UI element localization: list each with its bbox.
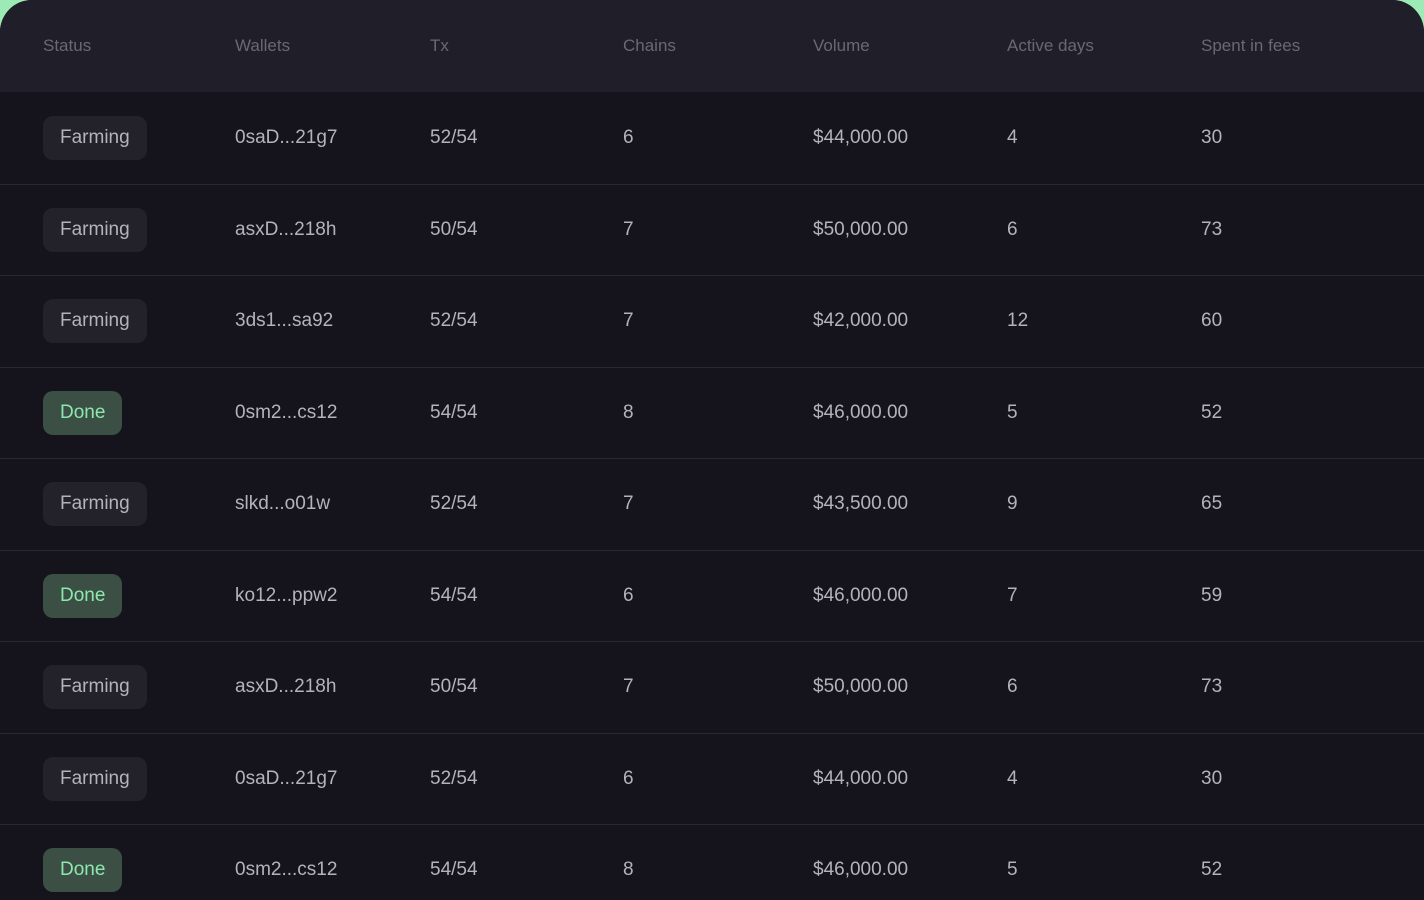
spent-in-fees-cell: 52: [1201, 402, 1424, 424]
column-header-chains: Chains: [623, 36, 813, 56]
active-days-cell: 5: [1007, 402, 1201, 424]
chains-cell: 8: [623, 402, 813, 424]
table-body: Farming 0saD...21g7 52/54 6 $44,000.00 4…: [0, 92, 1424, 900]
table-row[interactable]: Done ko12...ppw2 54/54 6 $46,000.00 7 59: [0, 550, 1424, 642]
tx-cell: 52/54: [430, 493, 623, 515]
wallet-cell: asxD...218h: [235, 219, 430, 241]
spent-in-fees-cell: 73: [1201, 676, 1424, 698]
wallet-cell: 0saD...21g7: [235, 127, 430, 149]
wallet-cell: asxD...218h: [235, 676, 430, 698]
chains-cell: 7: [623, 676, 813, 698]
status-cell: Done: [43, 848, 235, 892]
tx-cell: 54/54: [430, 402, 623, 424]
table-row[interactable]: Farming slkd...o01w 52/54 7 $43,500.00 9…: [0, 458, 1424, 550]
volume-cell: $44,000.00: [813, 768, 1007, 790]
volume-cell: $44,000.00: [813, 127, 1007, 149]
chains-cell: 7: [623, 219, 813, 241]
wallet-cell: ko12...ppw2: [235, 585, 430, 607]
table-row[interactable]: Farming asxD...218h 50/54 7 $50,000.00 6…: [0, 184, 1424, 276]
status-badge: Farming: [43, 299, 147, 343]
volume-cell: $46,000.00: [813, 859, 1007, 881]
column-header-tx: Tx: [430, 36, 623, 56]
table-header: Status Wallets Tx Chains Volume Active d…: [0, 0, 1424, 92]
status-badge: Farming: [43, 757, 147, 801]
status-cell: Done: [43, 391, 235, 435]
wallets-table-panel: Status Wallets Tx Chains Volume Active d…: [0, 0, 1424, 900]
spent-in-fees-cell: 73: [1201, 219, 1424, 241]
volume-cell: $50,000.00: [813, 676, 1007, 698]
tx-cell: 54/54: [430, 859, 623, 881]
active-days-cell: 4: [1007, 127, 1201, 149]
spent-in-fees-cell: 30: [1201, 768, 1424, 790]
status-cell: Farming: [43, 757, 235, 801]
chains-cell: 6: [623, 768, 813, 790]
volume-cell: $46,000.00: [813, 402, 1007, 424]
status-cell: Farming: [43, 482, 235, 526]
wallet-cell: slkd...o01w: [235, 493, 430, 515]
spent-in-fees-cell: 60: [1201, 310, 1424, 332]
column-header-spent-in-fees: Spent in fees: [1201, 36, 1424, 56]
volume-cell: $42,000.00: [813, 310, 1007, 332]
status-cell: Farming: [43, 665, 235, 709]
status-badge: Farming: [43, 208, 147, 252]
active-days-cell: 4: [1007, 768, 1201, 790]
column-header-active-days: Active days: [1007, 36, 1201, 56]
wallet-cell: 0sm2...cs12: [235, 402, 430, 424]
table-row[interactable]: Farming 0saD...21g7 52/54 6 $44,000.00 4…: [0, 92, 1424, 184]
tx-cell: 52/54: [430, 310, 623, 332]
status-badge: Done: [43, 574, 122, 618]
status-cell: Farming: [43, 116, 235, 160]
chains-cell: 6: [623, 585, 813, 607]
volume-cell: $50,000.00: [813, 219, 1007, 241]
tx-cell: 50/54: [430, 219, 623, 241]
tx-cell: 52/54: [430, 768, 623, 790]
wallet-cell: 3ds1...sa92: [235, 310, 430, 332]
column-header-volume: Volume: [813, 36, 1007, 56]
status-cell: Farming: [43, 299, 235, 343]
volume-cell: $43,500.00: [813, 493, 1007, 515]
tx-cell: 54/54: [430, 585, 623, 607]
spent-in-fees-cell: 59: [1201, 585, 1424, 607]
tx-cell: 50/54: [430, 676, 623, 698]
spent-in-fees-cell: 52: [1201, 859, 1424, 881]
tx-cell: 52/54: [430, 127, 623, 149]
active-days-cell: 5: [1007, 859, 1201, 881]
table-row[interactable]: Farming 0saD...21g7 52/54 6 $44,000.00 4…: [0, 733, 1424, 825]
column-header-wallets: Wallets: [235, 36, 430, 56]
table-row[interactable]: Farming 3ds1...sa92 52/54 7 $42,000.00 1…: [0, 275, 1424, 367]
status-cell: Farming: [43, 208, 235, 252]
active-days-cell: 9: [1007, 493, 1201, 515]
active-days-cell: 6: [1007, 219, 1201, 241]
table-row[interactable]: Farming asxD...218h 50/54 7 $50,000.00 6…: [0, 641, 1424, 733]
column-header-status: Status: [43, 36, 235, 56]
spent-in-fees-cell: 30: [1201, 127, 1424, 149]
active-days-cell: 7: [1007, 585, 1201, 607]
chains-cell: 8: [623, 859, 813, 881]
table-row[interactable]: Done 0sm2...cs12 54/54 8 $46,000.00 5 52: [0, 824, 1424, 900]
wallet-cell: 0sm2...cs12: [235, 859, 430, 881]
chains-cell: 7: [623, 493, 813, 515]
status-badge: Done: [43, 848, 122, 892]
chains-cell: 6: [623, 127, 813, 149]
spent-in-fees-cell: 65: [1201, 493, 1424, 515]
active-days-cell: 12: [1007, 310, 1201, 332]
status-badge: Done: [43, 391, 122, 435]
chains-cell: 7: [623, 310, 813, 332]
status-badge: Farming: [43, 116, 147, 160]
status-cell: Done: [43, 574, 235, 618]
status-badge: Farming: [43, 665, 147, 709]
wallet-cell: 0saD...21g7: [235, 768, 430, 790]
status-badge: Farming: [43, 482, 147, 526]
table-row[interactable]: Done 0sm2...cs12 54/54 8 $46,000.00 5 52: [0, 367, 1424, 459]
volume-cell: $46,000.00: [813, 585, 1007, 607]
active-days-cell: 6: [1007, 676, 1201, 698]
